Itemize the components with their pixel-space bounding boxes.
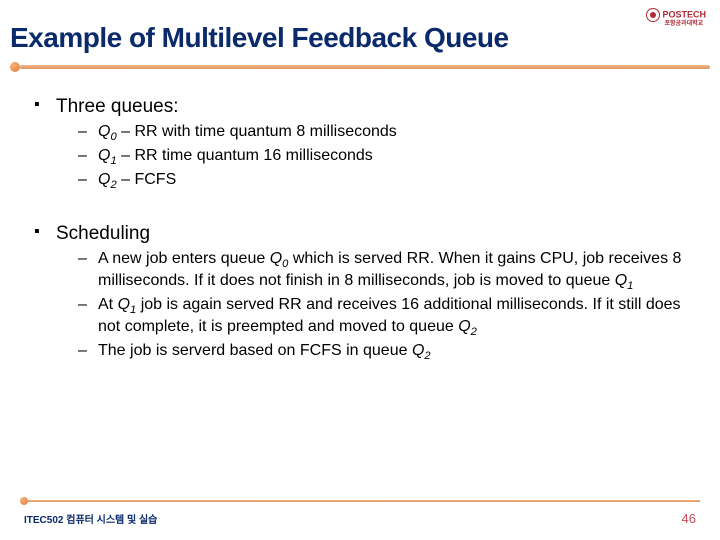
footer: ITEC502 컴퓨터 시스템 및 실습 46 [0,497,720,526]
bullet-heading: Scheduling [28,223,692,245]
logo-icon [646,8,660,22]
logo-subtext: 포항공과대학교 [664,21,706,27]
page-number: 46 [682,511,696,526]
course-code: ITEC502 컴퓨터 시스템 및 실습 [24,511,157,526]
title-divider [10,62,710,72]
sub-bullet: At Q1 job is again served RR and receive… [28,295,692,339]
sub-bullet: Q0 – RR with time quantum 8 milliseconds [28,122,692,144]
footer-divider [20,497,700,505]
sub-bullet: Q2 – FCFS [28,170,692,192]
sub-bullet: A new job enters queue Q0 which is serve… [28,249,692,293]
sub-bullet: Q1 – RR time quantum 16 milliseconds [28,146,692,168]
slide-title: Example of Multilevel Feedback Queue [0,0,720,54]
institution-logo: POSTECH 포항공과대학교 [646,8,706,27]
slide-content: Three queues: Q0 – RR with time quantum … [0,72,720,364]
sub-bullet: The job is serverd based on FCFS in queu… [28,341,692,363]
slide: POSTECH 포항공과대학교 Example of Multilevel Fe… [0,0,720,540]
bullet-heading: Three queues: [28,96,692,118]
logo-text: POSTECH [662,9,706,19]
